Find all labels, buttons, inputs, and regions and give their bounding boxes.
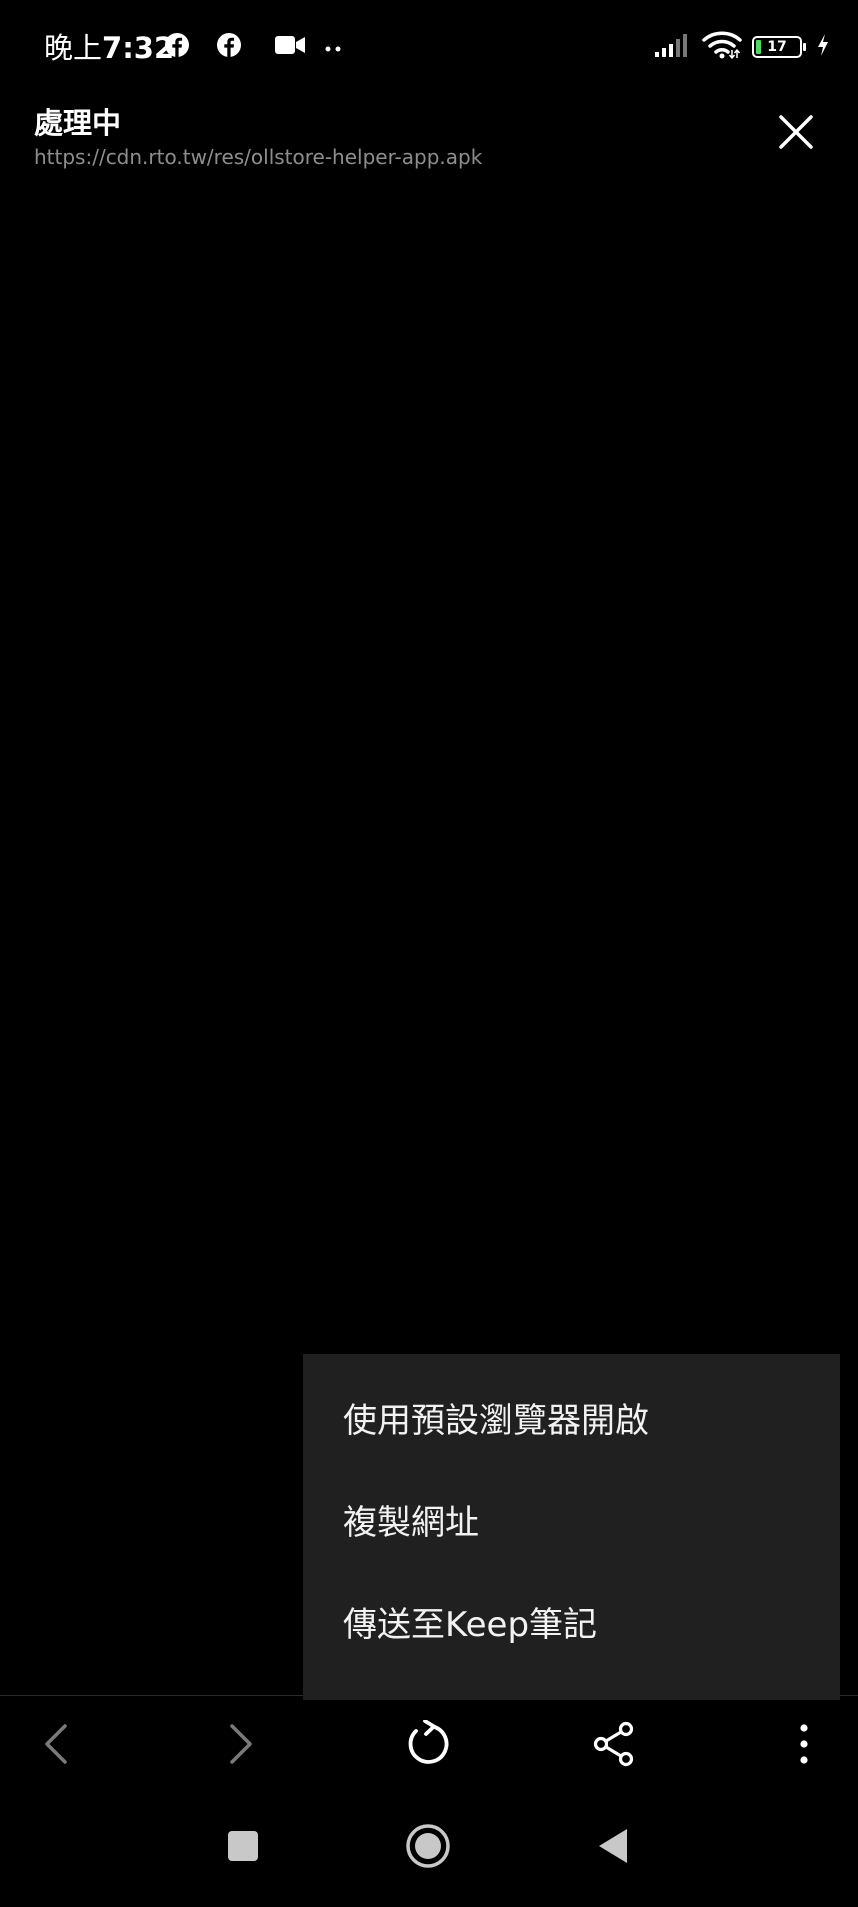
time-prefix: 晚上: [44, 31, 103, 65]
recents-button[interactable]: [213, 1818, 273, 1878]
charging-icon: [816, 33, 830, 61]
battery-icon: 17: [752, 36, 806, 58]
more-dots-icon: [324, 38, 344, 57]
more-options-button[interactable]: [772, 1714, 836, 1778]
back-arrow-icon: [41, 1722, 71, 1770]
system-status-icons: 17: [654, 30, 830, 64]
facebook-icon: [164, 32, 190, 62]
wifi-icon: [702, 30, 742, 64]
page-url: https://cdn.rto.tw/res/ollstore-helper-a…: [34, 145, 483, 169]
reload-icon: [404, 1719, 452, 1772]
system-back-button[interactable]: [583, 1818, 643, 1878]
share-icon: [592, 1721, 636, 1771]
close-button[interactable]: [770, 108, 822, 160]
video-camera-icon: [274, 34, 306, 60]
page-title: 處理中: [34, 106, 122, 140]
menu-item-open-in-browser[interactable]: 使用預設瀏覽器開啟: [303, 1366, 840, 1468]
status-time: 晚上7:32: [44, 28, 174, 68]
notification-icons: [164, 32, 344, 62]
back-icon: [597, 1827, 629, 1869]
bottom-toolbar: [0, 1695, 858, 1799]
share-button[interactable]: [582, 1714, 646, 1778]
battery-level: 17: [767, 39, 787, 55]
system-navigation-bar: [0, 1800, 858, 1907]
recents-icon: [227, 1830, 259, 1866]
forward-arrow-icon: [226, 1722, 256, 1770]
signal-icon: [654, 32, 692, 62]
reload-button[interactable]: [396, 1714, 460, 1778]
overflow-menu: 使用預設瀏覽器開啟 複製網址 傳送至Keep筆記: [303, 1354, 840, 1700]
back-button[interactable]: [24, 1714, 88, 1778]
menu-item-copy-url[interactable]: 複製網址: [303, 1468, 840, 1570]
menu-item-send-to-keep[interactable]: 傳送至Keep筆記: [303, 1570, 840, 1672]
home-icon: [405, 1823, 451, 1873]
home-button[interactable]: [398, 1818, 458, 1878]
forward-button[interactable]: [209, 1714, 273, 1778]
close-icon: [778, 114, 814, 154]
facebook-icon: [216, 32, 242, 62]
status-bar: 晚上7:32 17: [0, 0, 858, 96]
more-vert-icon: [798, 1722, 810, 1770]
custom-tab-header: 處理中 https://cdn.rto.tw/res/ollstore-help…: [0, 96, 858, 176]
